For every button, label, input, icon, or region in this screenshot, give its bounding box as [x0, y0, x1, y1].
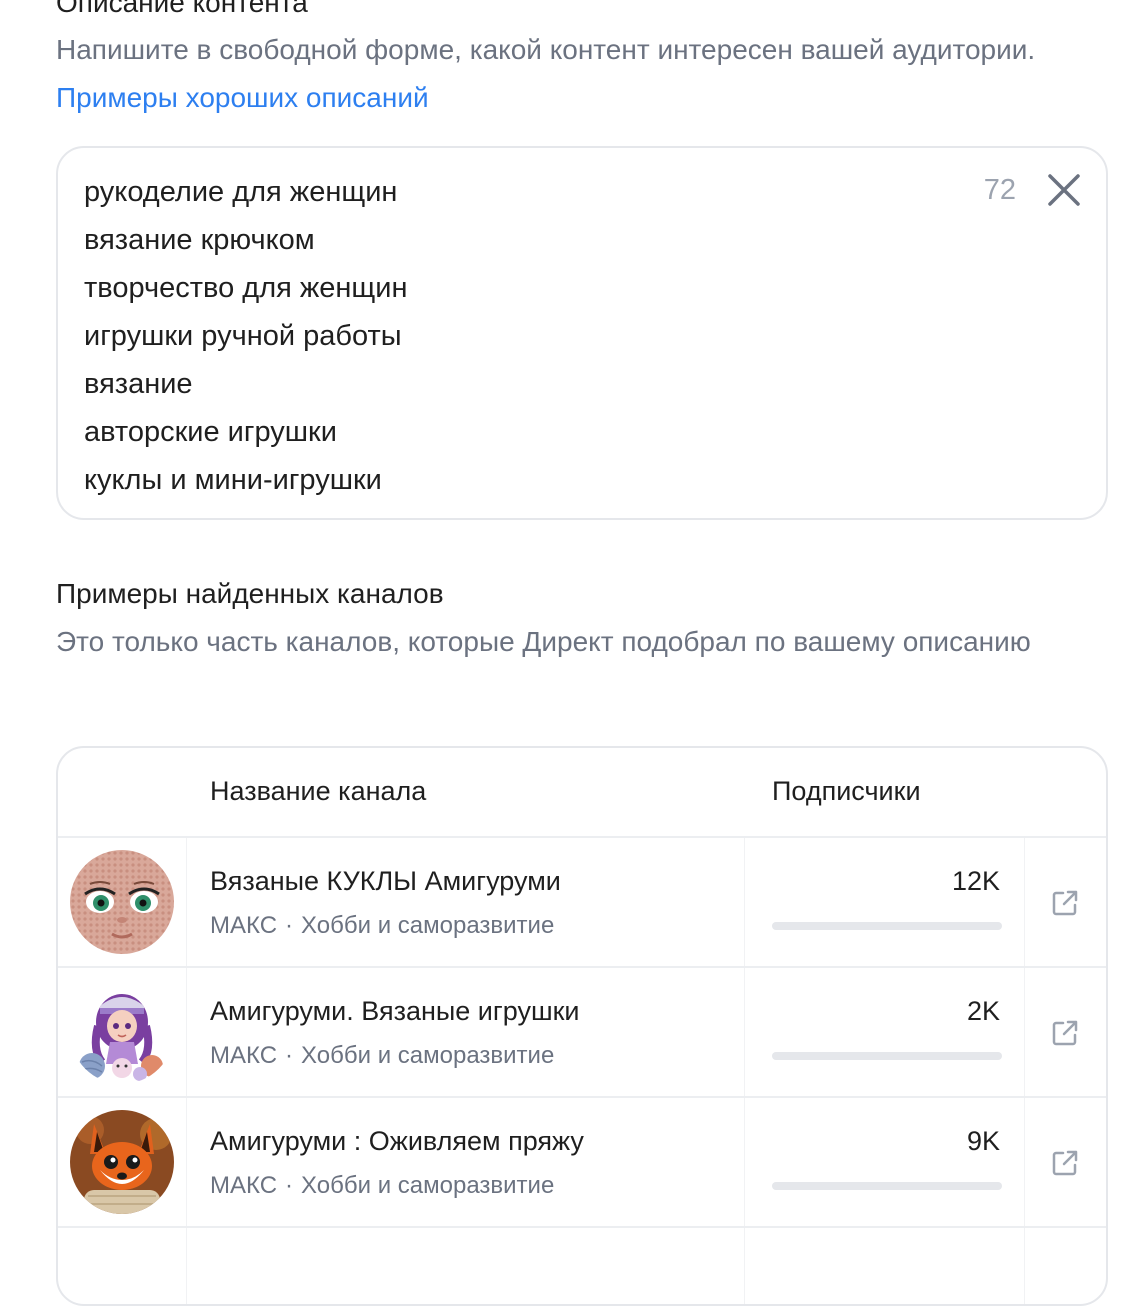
table-row[interactable]: Амигуруми. Вязаные игрушки МАКС · Хобби и … — [58, 968, 1106, 1098]
subscribers-count: 2K — [966, 996, 1000, 1026]
clear-text-button[interactable] — [1044, 170, 1084, 210]
content-description-title: Описание контента — [56, 0, 308, 18]
girl-with-yarn-avatar — [70, 980, 174, 1084]
external-link-icon — [1052, 1150, 1078, 1176]
meta-separator: · — [285, 1172, 294, 1199]
textarea-content[interactable]: рукоделие для женщин вязание крючком тво… — [84, 168, 408, 504]
table-row[interactable]: Вязаные КУКЛЫ Амигуруми МАКС · Хобби и сам… — [58, 838, 1106, 968]
column-header-subscribers: Подписчики — [772, 776, 921, 806]
channels-section-title: Примеры найденных каналов — [56, 578, 444, 609]
subscribers-bar — [772, 922, 1002, 930]
channels-table: Название канала Подписчики Вязаные КУКЛЫ… — [56, 746, 1108, 1306]
character-counter: 72 — [983, 174, 1016, 206]
open-channel-button[interactable] — [1050, 1148, 1080, 1178]
fox-avatar — [70, 1110, 174, 1214]
textarea-line: вязание — [84, 368, 193, 400]
channel-name[interactable]: Вязаные КУКЛЫ Амигуруми — [210, 866, 561, 897]
channel-meta: МАКС · Хобби и саморазвитие — [210, 912, 554, 940]
table-row[interactable]: Амигуруми : Оживляем пряжу МАКС · Хобби и … — [58, 1098, 1106, 1228]
textarea-line: авторские игрушки — [84, 416, 337, 448]
content-description-hint: Напишите в свободной форме, какой контен… — [56, 26, 1056, 122]
channel-meta: МАКС · Хобби и саморазвитие — [210, 1172, 554, 1200]
meta-separator: · — [285, 912, 294, 939]
open-channel-button[interactable] — [1050, 888, 1080, 918]
channel-meta: МАКС · Хобби и саморазвитие — [210, 1042, 554, 1070]
external-link-icon — [1052, 890, 1078, 916]
close-icon — [1048, 174, 1080, 206]
channel-source: МАКС — [210, 1172, 278, 1199]
subscribers-bar — [772, 1052, 1002, 1060]
meta-separator: · — [285, 1042, 294, 1069]
external-link-icon — [1052, 1020, 1078, 1046]
subscribers-count: 9K — [966, 1126, 1000, 1156]
column-header-name: Название канала — [210, 776, 427, 806]
channel-category: Хобби и саморазвитие — [301, 1042, 555, 1069]
knitted-doll-face-avatar — [70, 850, 174, 954]
channel-name[interactable]: Амигуруми. Вязаные игрушки — [210, 996, 580, 1027]
textarea-line: рукоделие для женщин — [84, 176, 398, 208]
channel-category: Хобби и саморазвитие — [301, 912, 555, 939]
textarea-line: игрушки ручной работы — [84, 320, 402, 352]
textarea-line: творчество для женщин — [84, 272, 408, 304]
content-description-text: Напишите в свободной форме, какой контен… — [56, 34, 1036, 65]
textarea-line: куклы и мини-игрушки — [84, 464, 382, 496]
channels-section-hint: Это только часть каналов, которые Директ… — [56, 626, 1031, 657]
channel-source: МАКС — [210, 912, 278, 939]
channel-category: Хобби и саморазвитие — [301, 1172, 555, 1199]
table-header: Название канала Подписчики — [58, 748, 1106, 838]
open-channel-button[interactable] — [1050, 1018, 1080, 1048]
channel-source: МАКС — [210, 1042, 278, 1069]
subscribers-count: 12K — [951, 866, 1000, 896]
channel-name[interactable]: Амигуруми : Оживляем пряжу — [210, 1126, 584, 1157]
content-description-textarea[interactable]: рукоделие для женщин вязание крючком тво… — [56, 146, 1108, 520]
subscribers-bar — [772, 1182, 1002, 1190]
textarea-line: вязание крючком — [84, 224, 315, 256]
good-descriptions-link[interactable]: Примеры хороших описаний — [56, 82, 429, 113]
